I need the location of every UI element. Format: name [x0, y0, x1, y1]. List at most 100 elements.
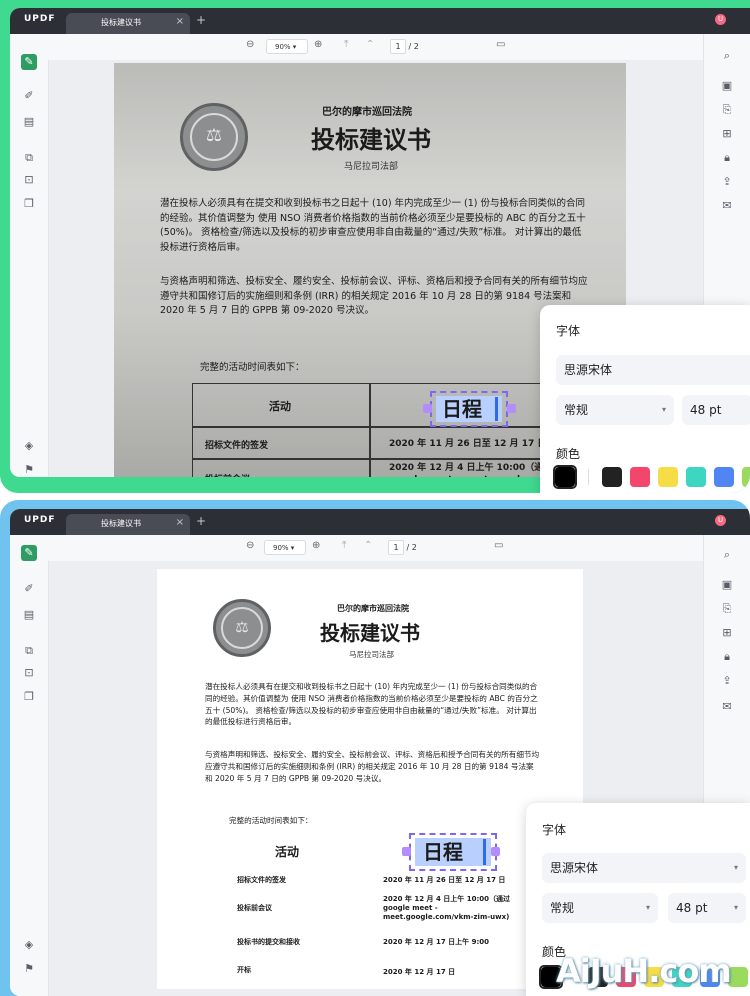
pages-icon[interactable]: ❐ [21, 196, 37, 212]
comment-icon[interactable]: ▭ [496, 39, 505, 50]
convert-icon[interactable]: ⎘ [719, 102, 735, 118]
protect-icon[interactable]: 🔒︎ [719, 649, 735, 665]
edit-pdf-icon[interactable]: ▤ [21, 607, 37, 623]
zoom-out-icon[interactable]: ⊖ [246, 39, 254, 50]
zoom-in-icon[interactable]: ⊕ [314, 39, 322, 50]
document-tab[interactable]: 投标建议书 × [66, 514, 190, 535]
first-page-icon[interactable]: ⤒ [342, 540, 346, 551]
share-icon[interactable]: ⇪ [719, 174, 735, 190]
font-family-value: 思源宋体 [564, 363, 613, 377]
edit-pdf-icon[interactable]: ▤ [21, 114, 37, 130]
view-toolbar: ⊖ 90% ▾ ⊕ ⤒ ⌃ 1 / 2 ▭ [48, 34, 704, 60]
app-logo: UPDF [24, 14, 56, 24]
row-date-4: 2020 年 12 月 17 日 [383, 968, 456, 976]
font-family-select[interactable]: 思源宋体 [556, 355, 750, 385]
swatch-green[interactable] [742, 467, 750, 487]
avatar[interactable]: U [715, 515, 726, 526]
document-tab[interactable]: 投标建议书 × [66, 13, 190, 34]
comment-icon[interactable]: ▭ [494, 540, 503, 551]
page-separator: / [408, 42, 412, 51]
first-page-icon[interactable]: ⤒ [344, 39, 348, 50]
row-activity-1: 招标文件的签发 [237, 876, 286, 884]
chevron-down-icon: ▾ [733, 903, 738, 912]
app-logo: UPDF [24, 515, 56, 525]
close-icon[interactable]: × [176, 517, 184, 528]
bookmark-icon[interactable]: ⚑ [21, 961, 37, 977]
zoom-select[interactable]: 90% ▾ [264, 540, 306, 555]
chevron-down-icon: ▾ [733, 863, 738, 872]
swatch-red[interactable] [630, 467, 650, 487]
swatch-black[interactable] [555, 467, 575, 487]
page-indicator: 1 / 2 [388, 540, 417, 555]
bookmark-icon[interactable]: ⚑ [21, 462, 37, 477]
schedule-table: 活动 招标文件的签发 2020 年 11 月 26 日至 12 月 17 日 投… [192, 383, 594, 477]
document-title: 投标建议书 [311, 126, 431, 154]
row-date-2: 2020 年 12 月 4 日上午 10:00（通过 google meet -… [383, 895, 510, 922]
font-style-select[interactable]: 常规 ▾ [542, 893, 658, 923]
swatch-yellow[interactable] [658, 467, 678, 487]
row-activity-3: 投标书的提交和接收 [237, 938, 300, 946]
search-icon[interactable]: ⌕ [719, 547, 735, 563]
font-family-select[interactable]: 思源宋体 ▾ [542, 853, 746, 883]
comment-tool-icon[interactable]: ✐ [21, 581, 37, 597]
current-page-input[interactable]: 1 [390, 39, 406, 54]
convert-icon[interactable]: ⎘ [719, 601, 735, 617]
search-icon[interactable]: ⌕ [719, 48, 735, 64]
current-page-input[interactable]: 1 [388, 540, 404, 555]
edit-icon[interactable]: ✎ [21, 545, 37, 561]
font-size-select[interactable]: 48 pt [682, 395, 750, 425]
swatch-teal[interactable] [686, 467, 706, 487]
close-icon[interactable]: × [176, 16, 184, 27]
font-panel: 字体 思源宋体 常规 ▾ 48 pt 颜色 [540, 305, 750, 493]
row-date-1: 2020 年 11 月 26 日至 12 月 17 日 [383, 876, 506, 884]
resize-handle-left[interactable] [423, 404, 432, 413]
organize-icon[interactable]: ⧉ [21, 150, 37, 166]
edit-icon[interactable]: ✎ [21, 54, 37, 70]
font-style-select[interactable]: 常规 ▾ [556, 395, 674, 425]
mail-icon[interactable]: ✉ [719, 198, 735, 214]
organize-icon[interactable]: ⧉ [21, 643, 37, 659]
add-tab-icon[interactable]: + [196, 13, 206, 27]
zoom-out-icon[interactable]: ⊖ [246, 540, 254, 551]
swatch-green[interactable] [728, 967, 748, 987]
pdfa-icon[interactable]: ⊞ [719, 126, 735, 142]
pages-icon[interactable]: ❐ [21, 689, 37, 705]
row-activity-2: 投标前会议 [205, 472, 250, 477]
schedule-header-edit[interactable]: 日程 [436, 396, 502, 422]
avatar[interactable]: U [715, 14, 726, 25]
text-caret [483, 839, 486, 865]
watermark: AiJuH.com [556, 952, 732, 990]
zoom-select[interactable]: 90% ▾ [266, 39, 308, 54]
comment-tool-icon[interactable]: ✐ [21, 88, 37, 104]
resize-handle-right[interactable] [507, 404, 516, 413]
zoom-in-icon[interactable]: ⊕ [312, 540, 320, 551]
mail-icon[interactable]: ✉ [719, 699, 735, 715]
resize-handle-left[interactable] [402, 847, 411, 856]
resize-handle-right[interactable] [491, 847, 500, 856]
ocr-icon[interactable]: ▣ [719, 78, 735, 94]
layers-icon[interactable]: ◈ [21, 937, 37, 953]
chevron-down-icon: ▾ [292, 43, 297, 51]
court-name: 巴尔的摩市巡回法院 [337, 604, 409, 613]
text-selection[interactable]: 日程 [409, 833, 497, 871]
pdfa-icon[interactable]: ⊞ [719, 625, 735, 641]
text-selection[interactable]: 日程 [430, 391, 508, 427]
left-toolbar: ✎ ✐ ▤ ⧉ ⊡ ❐ ◈ ⚑ [10, 34, 49, 477]
font-size-select[interactable]: 48 pt ▾ [668, 893, 746, 923]
prev-page-icon[interactable]: ⌃ [366, 39, 374, 50]
row-activity-1: 招标文件的签发 [205, 441, 269, 451]
share-icon[interactable]: ⇪ [719, 673, 735, 689]
layers-icon[interactable]: ◈ [21, 438, 37, 454]
add-tab-icon[interactable]: + [196, 514, 206, 528]
swatch-dark[interactable] [602, 467, 622, 487]
crop-icon[interactable]: ⊡ [21, 665, 37, 681]
schedule-header-edit[interactable]: 日程 [415, 838, 491, 866]
crop-icon[interactable]: ⊡ [21, 172, 37, 188]
ocr-icon[interactable]: ▣ [719, 577, 735, 593]
color-label: 颜色 [556, 447, 581, 461]
prev-page-icon[interactable]: ⌃ [364, 540, 372, 551]
font-label: 字体 [556, 324, 581, 338]
row-date-3: 2020 年 12 月 17 日上午 9:00 [383, 938, 489, 946]
swatch-blue[interactable] [714, 467, 734, 487]
protect-icon[interactable]: 🔒︎ [719, 150, 735, 166]
